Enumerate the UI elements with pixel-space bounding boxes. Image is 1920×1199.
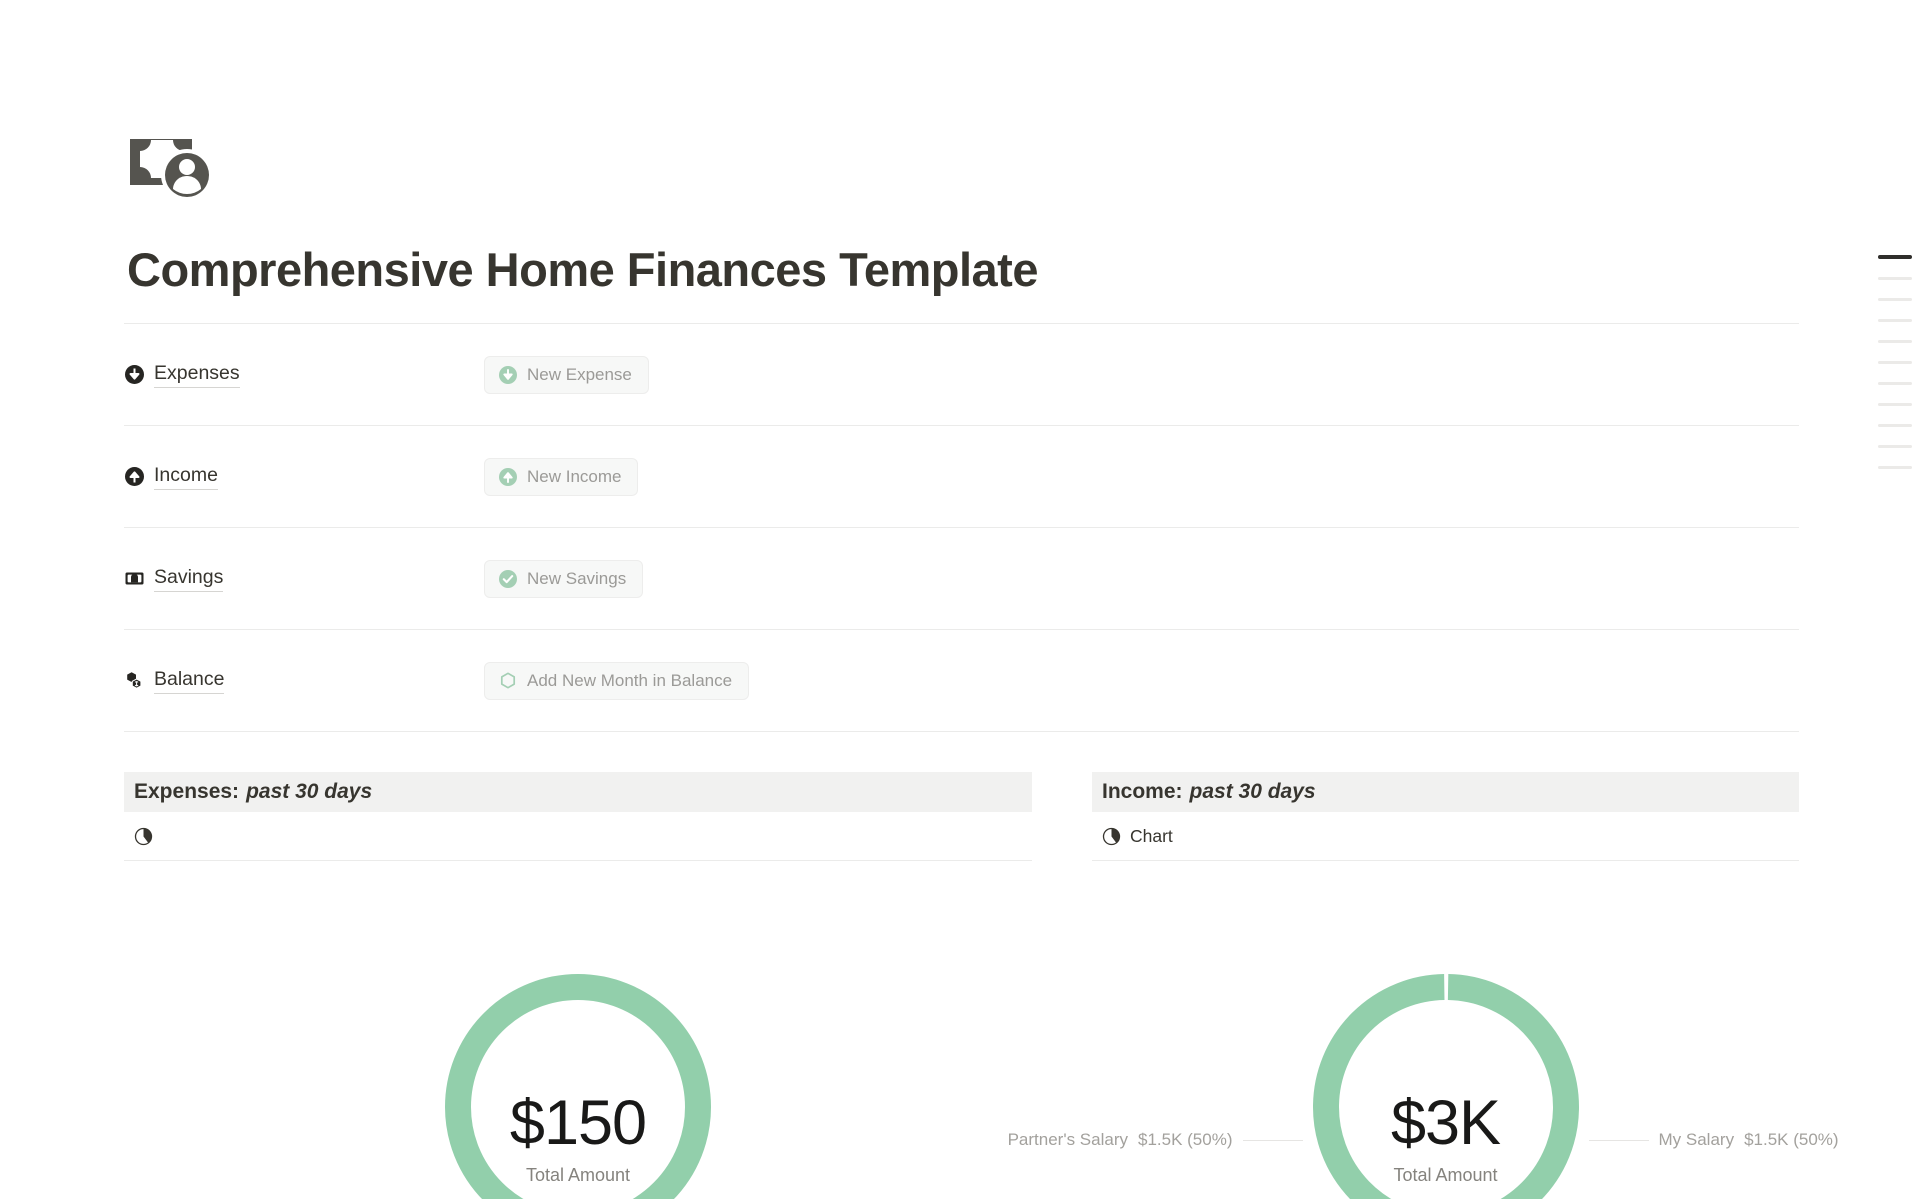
toc-line[interactable] [1878, 382, 1912, 385]
my-salary-name: My Salary [1658, 1130, 1735, 1149]
leader-line [1588, 1139, 1649, 1141]
income-column: Income: past 30 days Chart $3K Total Amo… [1008, 772, 1839, 1199]
new-income-button[interactable]: New Income [484, 457, 639, 496]
income-heading-italic: past 30 days [1189, 780, 1316, 803]
new-expense-button[interactable]: New Expense [484, 355, 649, 394]
row-expenses: Expenses New Expense [124, 324, 1799, 425]
toc-line[interactable] [1878, 319, 1912, 322]
page-title: Comprehensive Home Finances Template [127, 243, 1038, 296]
income-chart-label: Chart [1130, 825, 1173, 846]
row-title: Income [154, 463, 218, 491]
arrow-down-circle-icon [124, 364, 145, 385]
income-chart-link[interactable]: Chart [1092, 812, 1799, 861]
two-coins-icon [124, 670, 145, 691]
expenses-chart-link[interactable] [124, 812, 1032, 861]
income-label-partners-salary: Partner's Salary $1.5K (50%) [1008, 1130, 1303, 1150]
toc-line[interactable] [1878, 466, 1912, 469]
expenses-heading-bold: Expenses: [134, 780, 240, 803]
row-balance: Balance Add New Month in Balance [124, 630, 1799, 731]
banknote-icon [124, 568, 145, 589]
row-savings: Savings New Savings [124, 528, 1799, 629]
toc-line[interactable] [1878, 361, 1912, 364]
divider [124, 731, 1799, 732]
toc-line[interactable] [1878, 340, 1912, 343]
pie-chart-icon [1102, 827, 1121, 846]
add-new-month-label: Add New Month in Balance [527, 670, 733, 690]
income-label-my-salary: My Salary $1.5K (50%) [1588, 1130, 1839, 1150]
row-label-expenses[interactable]: Expenses [124, 361, 484, 389]
new-expense-label: New Expense [527, 364, 632, 384]
charts-area: Expenses: past 30 days $150 Total Amount… [124, 772, 1839, 1199]
toc-line-active[interactable] [1878, 255, 1912, 259]
expenses-section-heading: Expenses: past 30 days [124, 772, 1032, 812]
add-new-month-in-balance-button[interactable]: Add New Month in Balance [484, 661, 750, 700]
arrow-up-circle-icon [498, 467, 518, 487]
page-root: Comprehensive Home Finances Template Exp… [0, 0, 1920, 1199]
my-salary-amount: $1.5K (50%) [1744, 1130, 1839, 1149]
money-person-icon [128, 135, 226, 205]
expenses-donut-chart: $150 Total Amount [124, 964, 1032, 1199]
toc-line[interactable] [1878, 403, 1912, 406]
pie-chart-icon [134, 827, 153, 846]
expenses-column: Expenses: past 30 days $150 Total Amount [124, 772, 1032, 1199]
arrow-down-circle-icon [498, 365, 518, 385]
partners-salary-name: Partner's Salary [1007, 1130, 1128, 1149]
expenses-heading-italic: past 30 days [246, 780, 373, 803]
check-circle-icon [498, 569, 518, 589]
database-links-list: Expenses New Expense Income New Income S… [124, 323, 1799, 732]
new-savings-label: New Savings [527, 568, 627, 588]
toc-line[interactable] [1878, 445, 1912, 448]
expenses-donut-svg [445, 974, 711, 1199]
new-savings-button[interactable]: New Savings [484, 559, 644, 598]
row-title: Balance [154, 667, 225, 695]
income-heading-bold: Income: [1102, 780, 1183, 803]
toc-line[interactable] [1878, 277, 1912, 280]
new-income-label: New Income [527, 466, 622, 486]
hexagon-icon [498, 671, 518, 691]
leader-line [1242, 1139, 1303, 1141]
row-label-savings[interactable]: Savings [124, 565, 484, 593]
partners-salary-amount: $1.5K (50%) [1138, 1130, 1233, 1149]
toc-line[interactable] [1878, 424, 1912, 427]
row-label-income[interactable]: Income [124, 463, 484, 491]
row-title: Expenses [154, 361, 240, 389]
arrow-up-circle-icon [124, 466, 145, 487]
income-donut-svg [1312, 974, 1579, 1199]
income-donut-chart: $3K Total Amount Partner's Salary $1.5K … [1008, 964, 1839, 1199]
row-title: Savings [154, 565, 224, 593]
income-section-heading: Income: past 30 days [1092, 772, 1799, 812]
table-of-contents-indicator[interactable] [1866, 255, 1920, 487]
toc-line[interactable] [1878, 298, 1912, 301]
row-label-balance[interactable]: Balance [124, 667, 484, 695]
row-income: Income New Income [124, 426, 1799, 527]
